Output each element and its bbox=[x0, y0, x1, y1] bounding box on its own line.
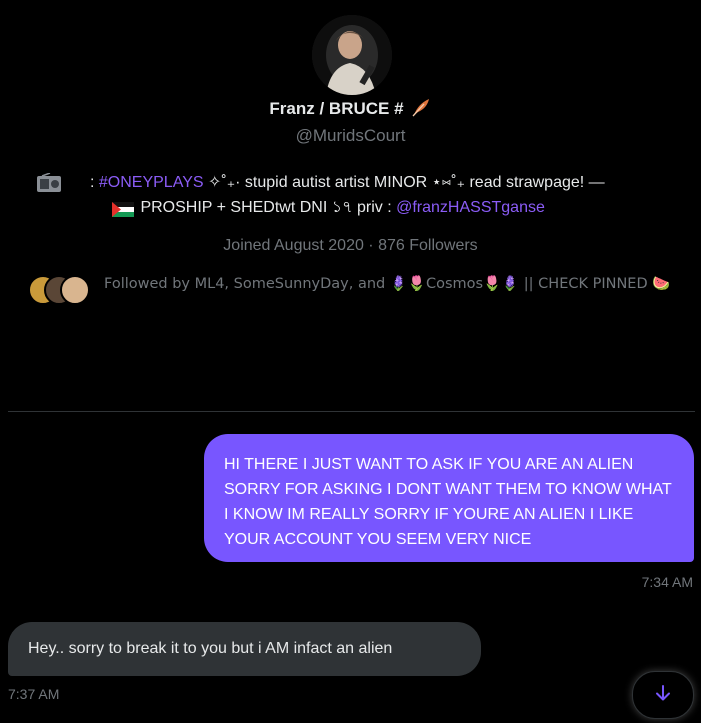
joined-followers: Joined August 2020 · 876 Followers bbox=[223, 237, 478, 254]
message-bubble-received[interactable]: Hey.. sorry to break it to you but i AM … bbox=[8, 622, 481, 676]
bio-line2-text: PROSHIP + SHEDtwt DNI ১৭ priv : bbox=[136, 199, 397, 216]
followed-by-text: Followed by ML4, SomeSunnyDay, and 🪻🌷Cos… bbox=[104, 276, 671, 292]
message-timestamp: 7:34 AM bbox=[641, 574, 693, 590]
display-name: Franz / BRUCE # bbox=[269, 99, 404, 118]
follower-avatars bbox=[28, 273, 90, 305]
scroll-down-button[interactable] bbox=[632, 671, 694, 719]
profile-bio: : #ONEYPLAYS ✧˚₊· stupid autist artist M… bbox=[36, 170, 676, 220]
profile-avatar[interactable] bbox=[312, 15, 392, 95]
arrow-down-icon bbox=[653, 683, 673, 708]
message-timestamp: 7:37 AM bbox=[8, 686, 60, 702]
bio-hashtag-link[interactable]: #ONEYPLAYS bbox=[99, 170, 204, 195]
radio-emoji-icon bbox=[36, 171, 62, 193]
profile-handle[interactable]: @MuridsCourt bbox=[0, 126, 701, 146]
palestine-flag-icon bbox=[112, 200, 134, 217]
followed-by[interactable]: Followed by ML4, SomeSunnyDay, and 🪻🌷Cos… bbox=[28, 273, 678, 305]
divider bbox=[8, 411, 695, 412]
bio-priv-link[interactable]: @franzHASSTganse bbox=[396, 195, 545, 220]
feather-icon bbox=[410, 96, 432, 123]
message-bubble-sent[interactable]: HI THERE I JUST WANT TO ASK IF YOU ARE A… bbox=[204, 434, 694, 562]
profile-name-row: Franz / BRUCE # bbox=[0, 97, 701, 121]
bio-prefix: : bbox=[90, 174, 99, 191]
bio-line1-text: ✧˚₊· stupid autist artist MINOR ⋆⑅˚₊ rea… bbox=[203, 174, 605, 191]
follower-avatar bbox=[60, 275, 90, 305]
